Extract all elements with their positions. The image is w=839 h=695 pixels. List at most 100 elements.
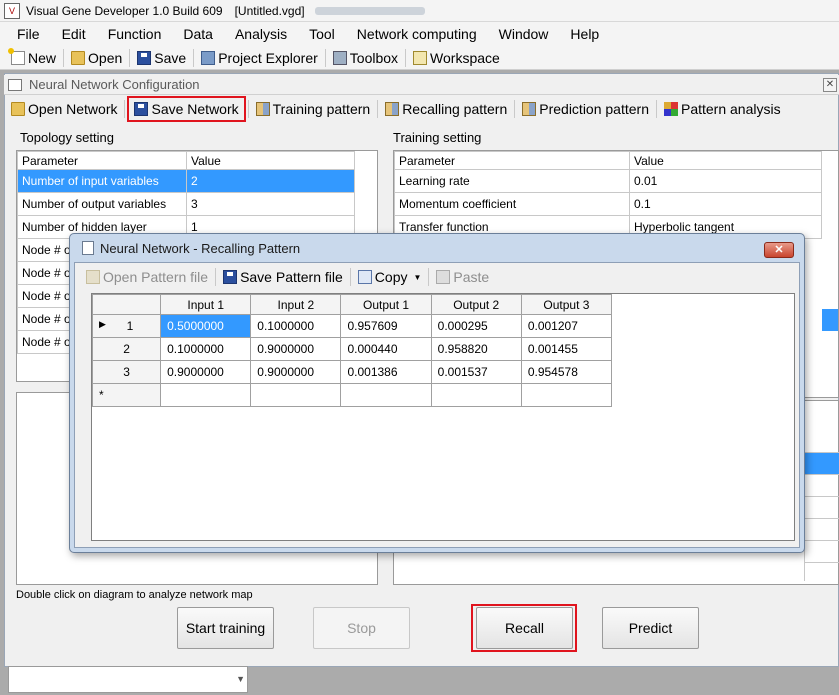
blurred-path bbox=[314, 6, 425, 15]
chevron-down-icon: ▼ bbox=[236, 674, 245, 684]
data-cell[interactable] bbox=[520, 383, 613, 407]
menu-tool[interactable]: Tool bbox=[298, 26, 346, 42]
row-header[interactable]: 3 bbox=[91, 360, 162, 384]
result-grid-edge bbox=[804, 431, 839, 581]
predict-button[interactable]: Predict bbox=[602, 607, 699, 649]
data-cell[interactable]: 0.954578 bbox=[520, 360, 613, 384]
param-cell[interactable]: Momentum coefficient bbox=[394, 192, 630, 216]
data-cell[interactable]: 0.1000000 bbox=[160, 337, 252, 361]
paste-button[interactable]: Paste bbox=[431, 266, 494, 288]
data-cell[interactable]: 0.9000000 bbox=[250, 360, 342, 384]
data-cell[interactable] bbox=[160, 383, 252, 407]
data-cell[interactable] bbox=[250, 383, 342, 407]
save-pattern-file-button[interactable]: Save Pattern file bbox=[218, 266, 348, 288]
toolbar-separator bbox=[215, 268, 217, 286]
project-explorer-button[interactable]: Project Explorer bbox=[196, 47, 323, 69]
param-cell[interactable]: Learning rate bbox=[394, 169, 630, 193]
table-row[interactable]: Learning rate 0.01 bbox=[394, 169, 822, 193]
app-icon: V bbox=[4, 2, 20, 19]
pattern-analysis-button[interactable]: Pattern analysis bbox=[659, 98, 786, 120]
value-cell[interactable]: 0.1 bbox=[629, 192, 822, 216]
training-pattern-button[interactable]: Training pattern bbox=[251, 98, 376, 120]
main-toolbar: New Open Save Project Explorer Toolbox W… bbox=[0, 46, 839, 70]
dialog-close-button[interactable]: ✕ bbox=[764, 242, 794, 258]
column-header: Input 2 bbox=[250, 294, 342, 315]
data-cell[interactable]: 0.5000000 bbox=[160, 314, 252, 338]
current-row-icon: ▶ bbox=[99, 319, 106, 329]
data-cell[interactable]: 0.001207 bbox=[520, 314, 613, 338]
new-row-marker[interactable]: * bbox=[91, 383, 162, 407]
data-cell[interactable]: 0.958820 bbox=[430, 337, 522, 361]
value-cell[interactable]: 2 bbox=[186, 169, 355, 193]
value-cell[interactable]: 0.01 bbox=[629, 169, 822, 193]
data-cell[interactable]: 0.001537 bbox=[430, 360, 522, 384]
start-training-button[interactable]: Start training bbox=[177, 607, 274, 649]
data-cell[interactable] bbox=[430, 383, 522, 407]
open-network-button[interactable]: Open Network bbox=[6, 98, 122, 120]
workspace-icon bbox=[413, 50, 428, 65]
new-button[interactable]: New bbox=[6, 47, 61, 69]
dialog-body: Open Pattern file Save Pattern file Copy… bbox=[74, 262, 800, 548]
param-cell[interactable]: Number of input variables bbox=[17, 169, 187, 193]
pattern-grid-icon bbox=[385, 102, 400, 116]
status-dropdown[interactable]: ▼ bbox=[8, 666, 248, 693]
chevron-down-icon: ▼ bbox=[413, 272, 422, 282]
toolbar-separator bbox=[324, 48, 326, 67]
data-cell[interactable]: 0.1000000 bbox=[250, 314, 342, 338]
open-button[interactable]: Open bbox=[66, 47, 127, 69]
data-cell[interactable]: 0.9000000 bbox=[160, 360, 252, 384]
table-row[interactable]: Number of input variables 2 bbox=[17, 169, 355, 193]
toolbox-icon bbox=[332, 50, 347, 65]
table-row[interactable]: Number of output variables 3 bbox=[17, 192, 355, 216]
menu-help[interactable]: Help bbox=[559, 26, 610, 42]
data-cell[interactable]: 0.000440 bbox=[340, 337, 432, 361]
toolbar-separator bbox=[349, 268, 351, 286]
row-header[interactable]: ▶ 1 bbox=[91, 314, 162, 338]
stop-button[interactable]: Stop bbox=[313, 607, 410, 649]
open-pattern-file-button[interactable]: Open Pattern file bbox=[81, 266, 213, 288]
data-cell[interactable]: 0.957609 bbox=[340, 314, 432, 338]
data-cell[interactable] bbox=[340, 383, 432, 407]
prediction-pattern-button[interactable]: Prediction pattern bbox=[517, 98, 654, 120]
nn-config-title: Neural Network Configuration bbox=[29, 77, 200, 92]
row-header[interactable]: 2 bbox=[91, 337, 162, 361]
menu-network-computing[interactable]: Network computing bbox=[346, 26, 488, 42]
folder-open-icon bbox=[71, 50, 86, 65]
param-cell[interactable]: Number of output variables bbox=[17, 192, 187, 216]
menu-file[interactable]: File bbox=[6, 26, 51, 42]
workspace-button[interactable]: Workspace bbox=[408, 47, 505, 69]
table-row[interactable]: Momentum coefficient 0.1 bbox=[394, 192, 822, 216]
save-network-button[interactable]: Save Network bbox=[127, 96, 246, 122]
recall-button[interactable]: Recall bbox=[476, 607, 573, 649]
nn-config-title-bar: Neural Network Configuration bbox=[4, 75, 839, 95]
data-cell[interactable]: 0.9000000 bbox=[250, 337, 342, 361]
new-row[interactable]: * bbox=[91, 383, 613, 407]
menu-edit[interactable]: Edit bbox=[51, 26, 97, 42]
dialog-title: Neural Network - Recalling Pattern bbox=[100, 240, 301, 256]
data-cell[interactable]: 0.001455 bbox=[520, 337, 613, 361]
toolbox-button[interactable]: Toolbox bbox=[328, 47, 403, 69]
table-row[interactable]: 3 0.9000000 0.9000000 0.001386 0.001537 … bbox=[91, 360, 613, 384]
table-row[interactable]: 2 0.1000000 0.9000000 0.000440 0.958820 … bbox=[91, 337, 613, 361]
training-label: Training setting bbox=[393, 130, 482, 145]
value-cell[interactable]: 3 bbox=[186, 192, 355, 216]
data-cell[interactable]: 0.000295 bbox=[430, 314, 522, 338]
folder-open-icon bbox=[86, 270, 100, 284]
menu-function[interactable]: Function bbox=[97, 26, 173, 42]
toolbar-separator bbox=[193, 48, 195, 67]
recalling-pattern-dialog: Neural Network - Recalling Pattern ✕ Ope… bbox=[69, 233, 805, 553]
dialog-toolbar: Open Pattern file Save Pattern file Copy… bbox=[81, 265, 494, 289]
menu-window[interactable]: Window bbox=[488, 26, 560, 42]
data-cell[interactable]: 0.001386 bbox=[340, 360, 432, 384]
copy-dropdown-button[interactable]: Copy ▼ bbox=[353, 266, 427, 288]
nn-config-close-button[interactable]: ✕ bbox=[823, 78, 837, 92]
new-file-icon bbox=[8, 47, 25, 65]
recalling-pattern-button[interactable]: Recalling pattern bbox=[380, 98, 512, 120]
window-icon bbox=[8, 78, 22, 91]
menu-data[interactable]: Data bbox=[172, 26, 224, 42]
save-button[interactable]: Save bbox=[132, 47, 191, 69]
topology-label: Topology setting bbox=[20, 130, 114, 145]
copy-icon bbox=[357, 270, 372, 284]
table-row[interactable]: ▶ 1 0.5000000 0.1000000 0.957609 0.000295… bbox=[91, 314, 613, 338]
menu-analysis[interactable]: Analysis bbox=[224, 26, 298, 42]
